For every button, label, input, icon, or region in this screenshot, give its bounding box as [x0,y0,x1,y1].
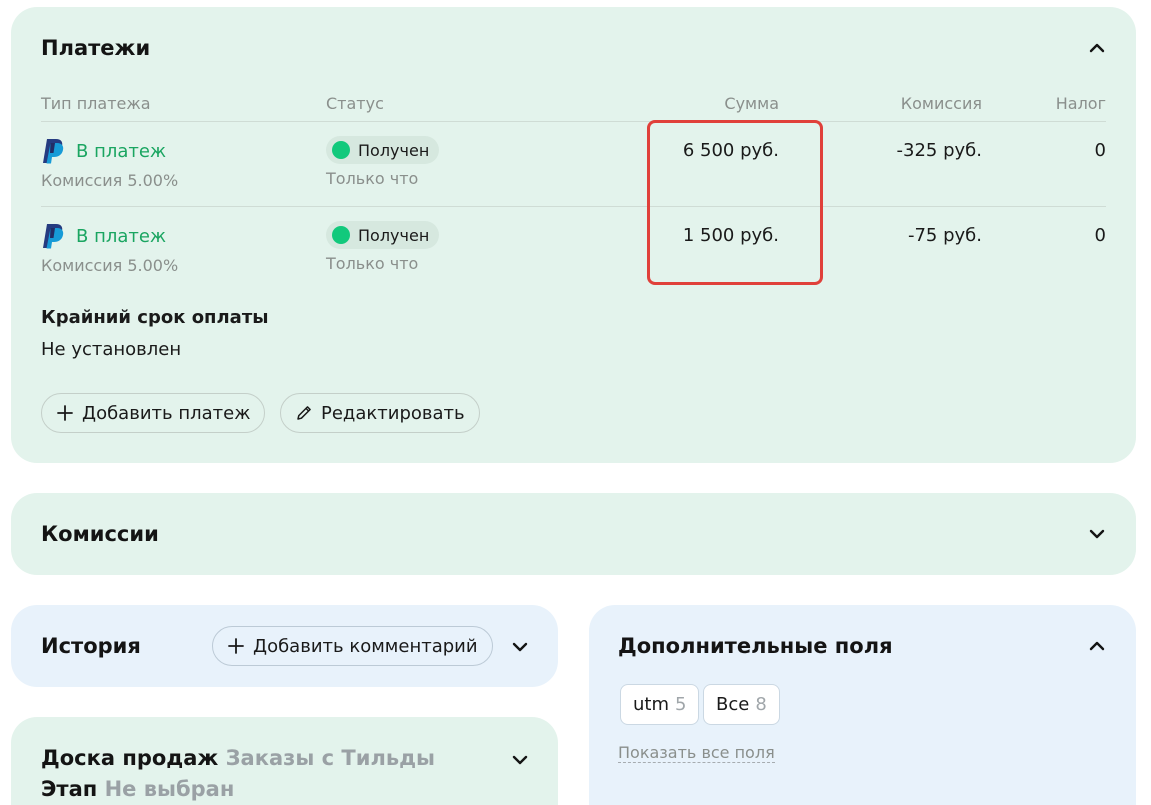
commission-value: -75 руб. [907,225,982,246]
pencil-icon [295,404,313,422]
chip-label: Все [716,694,750,715]
chevron-down-icon[interactable] [511,638,529,656]
show-all-fields-link[interactable]: Показать все поля [618,743,775,763]
add-payment-label: Добавить платеж [82,402,251,424]
paypal-icon [41,223,65,249]
edit-label: Редактировать [321,402,465,424]
chevron-up-icon[interactable] [1088,637,1106,655]
chevron-up-icon[interactable] [1088,39,1106,57]
payments-title: Платежи [41,36,151,60]
status-time: Только что [326,169,419,188]
extra-fields-title: Дополнительные поля [618,634,893,658]
paypal-icon [41,138,65,164]
sales-board-stage: Этап Не выбран [41,777,234,801]
sales-board-name[interactable]: Заказы с Тильды [226,746,435,770]
chip-count: 5 [675,694,687,715]
column-header-amount: Сумма [724,94,779,113]
add-comment-button[interactable]: Добавить комментарий [212,626,493,666]
payment-type[interactable]: В платеж [41,223,166,249]
payment-type[interactable]: В платеж [41,138,166,164]
amount-highlight-box [647,120,823,285]
payments-card: Платежи Тип платежа Статус Сумма Комисси… [11,7,1136,463]
column-header-commission: Комиссия [900,94,982,113]
plus-icon [227,637,245,655]
add-payment-button[interactable]: Добавить платеж [41,393,266,433]
add-comment-label: Добавить комментарий [253,635,478,657]
history-title: История [41,634,141,658]
field-chip-all[interactable]: Все 8 [703,684,780,725]
status-dot-icon [332,141,350,159]
status-badge: Получен [326,136,440,164]
chevron-down-icon[interactable] [1088,525,1106,543]
tax-value: 0 [1094,140,1106,161]
sales-board-title: Доска продаж [41,746,219,770]
deadline-label: Крайний срок оплаты [41,307,269,328]
chip-count: 8 [755,694,767,715]
chevron-down-icon[interactable] [511,751,529,769]
status-badge: Получен [326,221,440,249]
status-text: Получен [358,140,430,160]
column-header-status: Статус [326,94,384,113]
status-text: Получен [358,225,430,245]
stage-label: Этап [41,777,98,801]
plus-icon [56,404,74,422]
deadline-value: Не установлен [41,339,182,360]
payment-type-link[interactable]: В платеж [76,226,166,247]
chip-label: utm [633,694,669,715]
status-dot-icon [332,226,350,244]
commissions-card[interactable]: Комиссии [11,493,1136,575]
commissions-title: Комиссии [41,522,159,546]
column-header-tax: Налог [1055,94,1106,113]
commission-value: -325 руб. [896,140,982,161]
table-row: В платеж Комиссия 5.00% Получен Только ч… [11,122,1136,207]
field-chip-utm[interactable]: utm 5 [620,684,700,725]
edit-button[interactable]: Редактировать [280,393,480,433]
history-card: История Добавить комментарий [11,605,558,687]
sales-board-heading: Доска продаж Заказы с Тильды [41,746,435,770]
column-header-type: Тип платежа [41,94,151,113]
table-row: В платеж Комиссия 5.00% Получен Только ч… [11,207,1136,292]
tax-value: 0 [1094,225,1106,246]
commission-note: Комиссия 5.00% [41,171,179,190]
status-time: Только что [326,254,419,273]
payment-type-link[interactable]: В платеж [76,141,166,162]
stage-value[interactable]: Не выбран [105,777,235,801]
sales-board-card: Доска продаж Заказы с Тильды Этап Не выб… [11,717,558,805]
commission-note: Комиссия 5.00% [41,256,179,275]
